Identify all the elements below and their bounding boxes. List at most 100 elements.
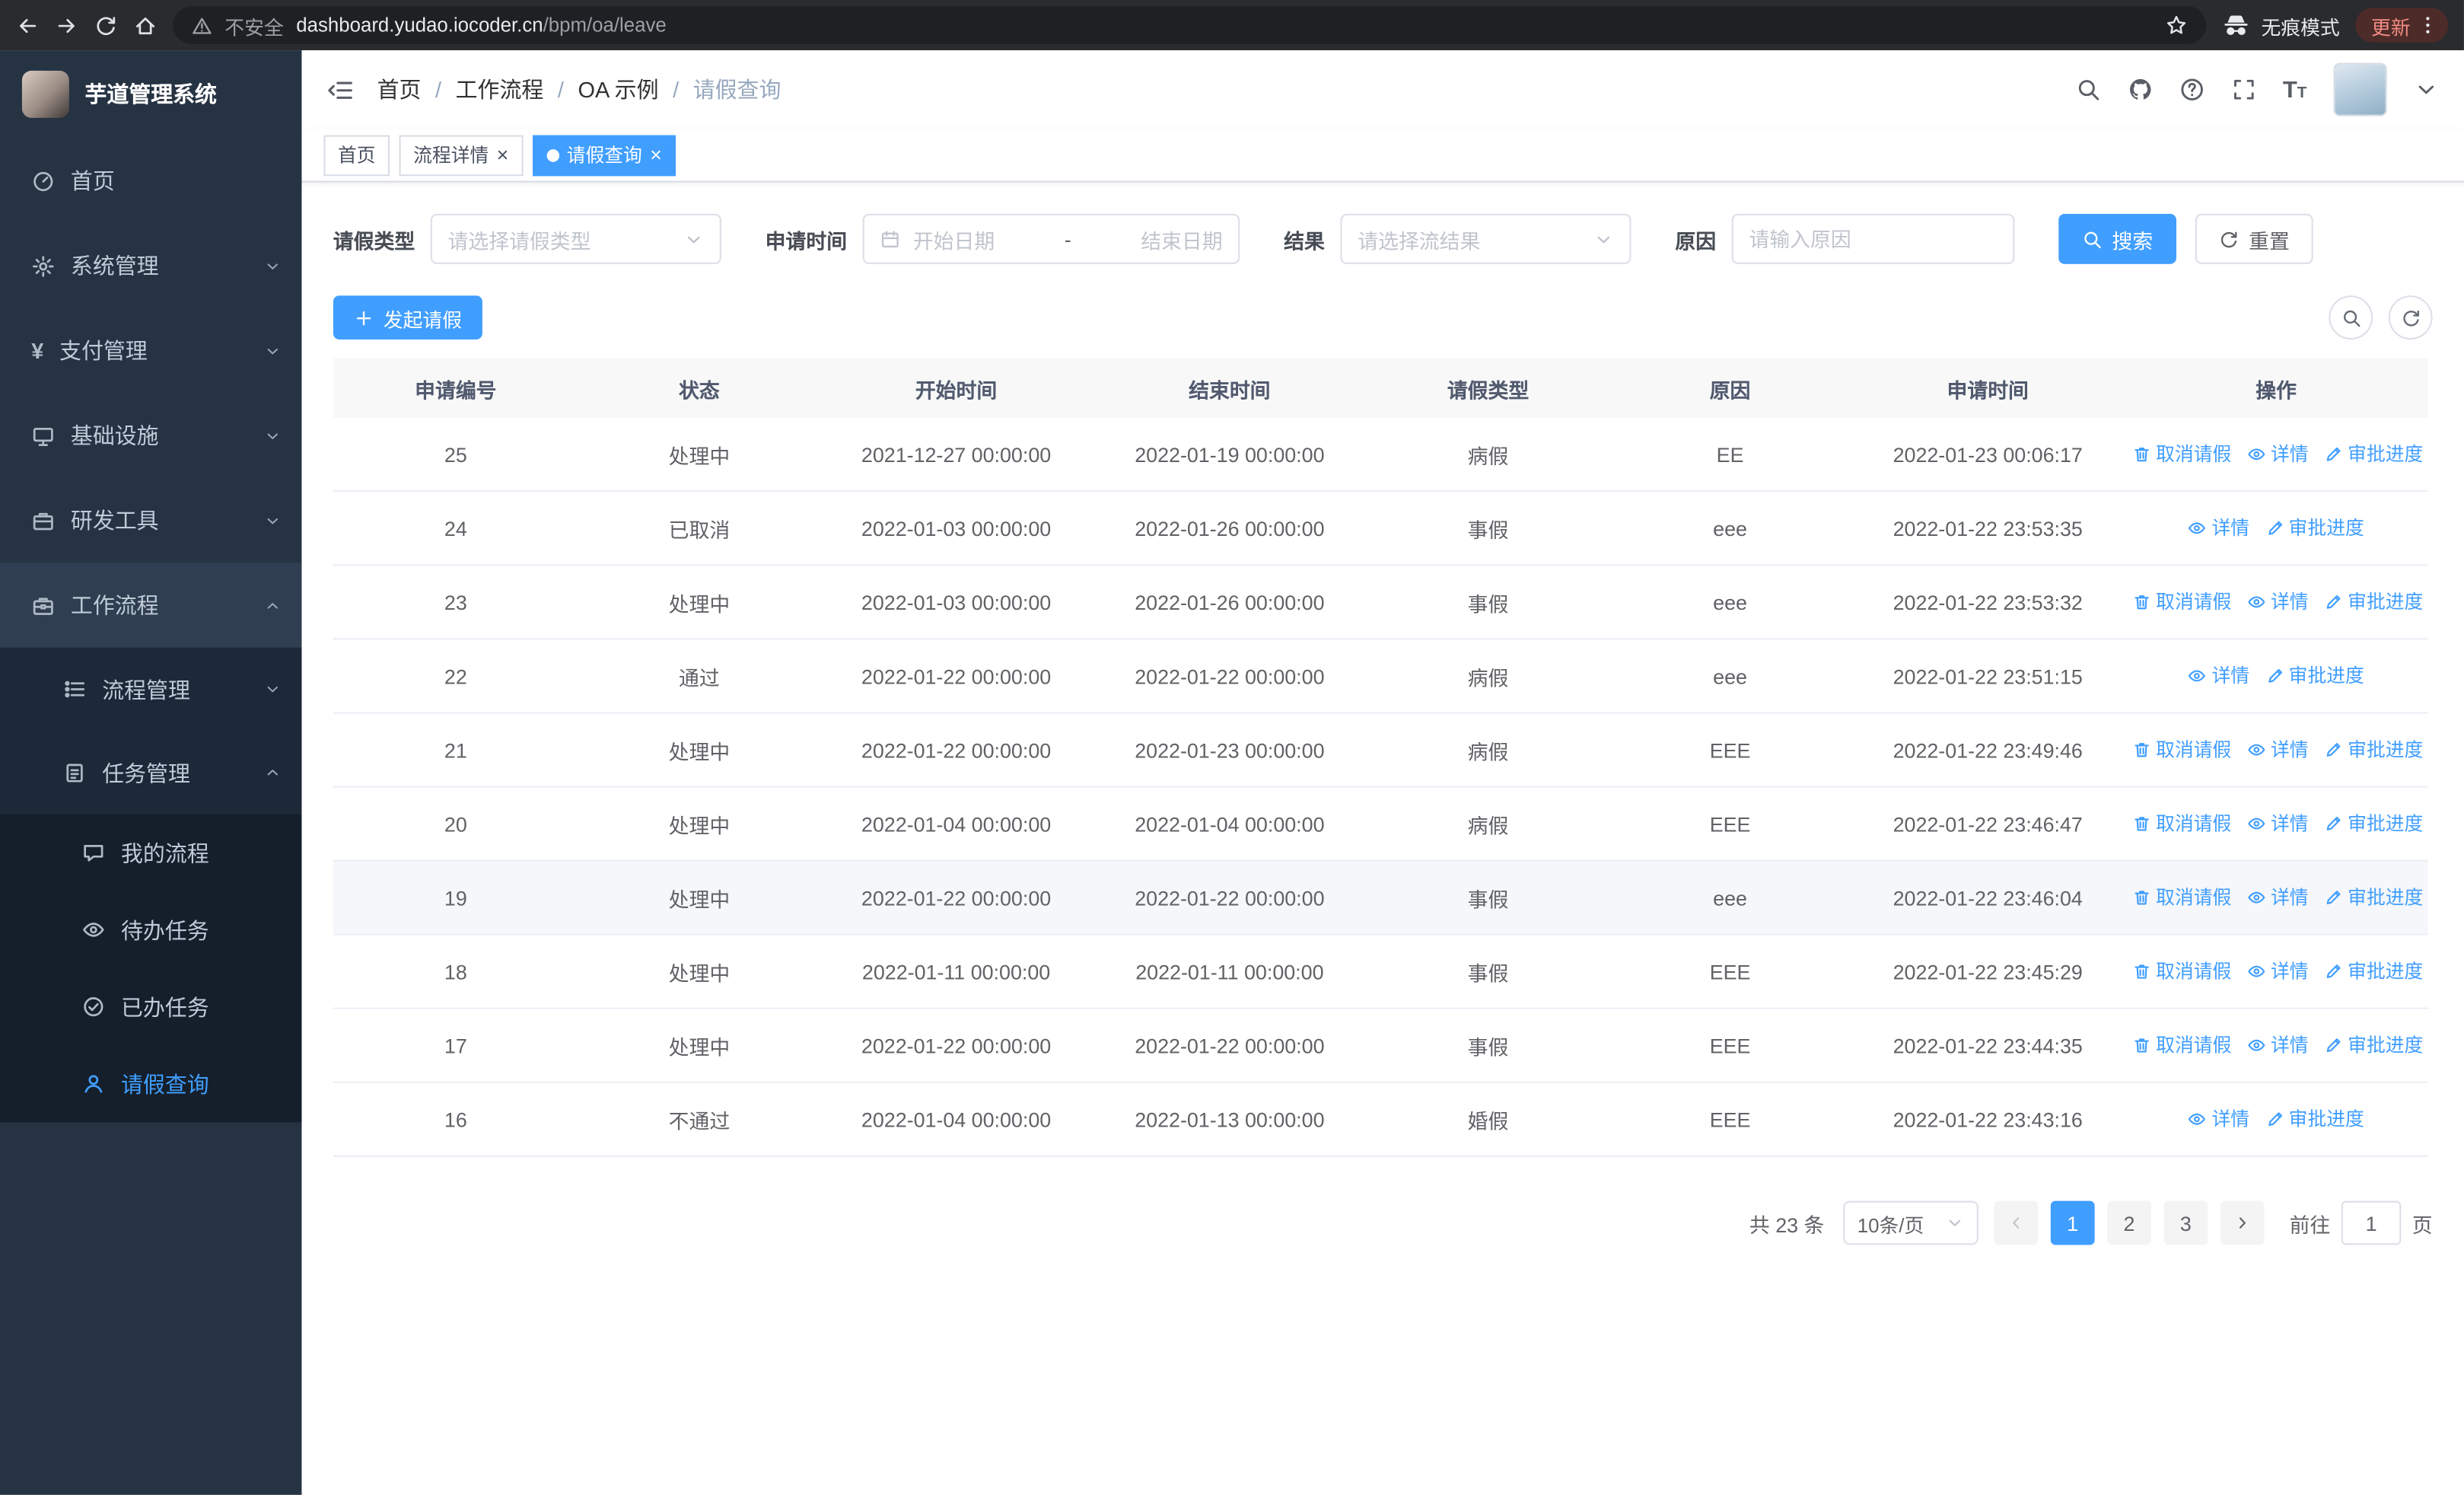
action-label: 审批进度	[2288, 665, 2364, 687]
table-cell: 2022-01-04 00:00:00	[861, 811, 1052, 836]
tab-请假查询[interactable]: 请假查询 ×	[532, 134, 676, 176]
avatar-chevron-down-icon[interactable]	[2414, 77, 2439, 102]
page-button-1[interactable]: 1	[2050, 1200, 2095, 1245]
approval-progress-action[interactable]: 审批进度	[2265, 1105, 2364, 1132]
approval-progress-action[interactable]: 审批进度	[2324, 884, 2423, 910]
sidebar-item-基础设施[interactable]: 基础设施	[0, 393, 301, 478]
sidebar-item-支付管理[interactable]: ¥ 支付管理	[0, 308, 301, 394]
approval-progress-action[interactable]: 审批进度	[2265, 515, 2364, 541]
sidebar-item-研发工具[interactable]: 研发工具	[0, 478, 301, 563]
table-cell: 处理中	[668, 961, 731, 985]
sidebar-item-已办任务[interactable]: 已办任务	[0, 968, 302, 1046]
tab-流程详情[interactable]: 流程详情 ×	[399, 134, 523, 176]
eye-icon	[2188, 1109, 2207, 1128]
cancel-leave-action[interactable]: 取消请假	[2132, 810, 2231, 837]
page-content: 请假类型 请选择请假类型 申请时间 开始日期 - 结束日期 结果 请选择流结果	[301, 183, 2463, 1277]
result-select[interactable]: 请选择流结果	[1340, 213, 1632, 264]
detail-action[interactable]: 详情	[2247, 958, 2309, 984]
approval-progress-action[interactable]: 审批进度	[2324, 810, 2423, 837]
leave-type-select[interactable]: 请选择请假类型	[430, 213, 721, 264]
detail-action[interactable]: 详情	[2247, 588, 2309, 615]
search-button[interactable]: 搜索	[2058, 213, 2177, 264]
prev-page-button[interactable]	[1994, 1200, 2039, 1245]
apply-time-range-picker[interactable]: 开始日期 - 结束日期	[862, 213, 1240, 264]
detail-action[interactable]: 详情	[2188, 662, 2249, 689]
search-button-label: 搜索	[2112, 228, 2154, 253]
sidebar-item-工作流程[interactable]: 工作流程	[0, 563, 302, 648]
tab-close-icon[interactable]: ×	[650, 145, 662, 165]
approval-progress-action[interactable]: 审批进度	[2265, 662, 2364, 689]
page-size-select[interactable]: 10条/页	[1843, 1200, 1979, 1245]
home-icon[interactable]	[134, 14, 158, 37]
search-icon[interactable]	[2075, 77, 2100, 102]
refresh-table-button[interactable]	[2388, 295, 2433, 340]
cancel-leave-action[interactable]: 取消请假	[2132, 958, 2231, 984]
update-button[interactable]: 更新	[2355, 8, 2449, 43]
sidebar-item-首页[interactable]: 首页	[0, 139, 301, 224]
tab-close-icon[interactable]: ×	[497, 145, 509, 165]
table-cell: 处理中	[668, 887, 731, 911]
approval-progress-action[interactable]: 审批进度	[2324, 441, 2423, 467]
goto-page-input[interactable]	[2341, 1200, 2402, 1245]
page-button-3[interactable]: 3	[2163, 1200, 2208, 1245]
back-icon[interactable]	[16, 14, 40, 37]
sidebar-item-待办任务[interactable]: 待办任务	[0, 891, 302, 969]
approval-progress-action[interactable]: 审批进度	[2324, 1031, 2423, 1058]
detail-action[interactable]: 详情	[2247, 736, 2309, 763]
action-label: 审批进度	[2348, 887, 2424, 910]
detail-action[interactable]: 详情	[2247, 441, 2309, 467]
table-cell: 2022-01-22 23:53:35	[1893, 516, 2083, 540]
address-bar[interactable]: 不安全 dashboard.yudao.iocoder.cn/bpm/oa/le…	[173, 6, 2207, 44]
collapse-sidebar-icon[interactable]	[327, 76, 354, 103]
reset-button[interactable]: 重置	[2195, 213, 2313, 264]
forward-icon[interactable]	[55, 14, 78, 37]
detail-action[interactable]: 详情	[2247, 810, 2309, 837]
help-icon[interactable]	[2179, 77, 2205, 102]
browser-menu-dots-icon[interactable]	[2417, 14, 2439, 37]
table-cell: 22	[444, 664, 467, 688]
cancel-leave-action[interactable]: 取消请假	[2132, 884, 2231, 910]
leave-table: 申请编号 状态 开始时间 结束时间 请假类型 原因 申请时间 操作 25 处理中 2021-12-2…	[333, 358, 2428, 1157]
detail-action[interactable]: 详情	[2188, 515, 2249, 541]
user-avatar[interactable]	[2333, 62, 2387, 116]
cancel-leave-action[interactable]: 取消请假	[2132, 441, 2231, 467]
detail-action[interactable]: 详情	[2247, 884, 2309, 910]
table-cell: 25	[444, 442, 467, 467]
task-icon	[63, 760, 87, 784]
sidebar-item-流程管理[interactable]: 流程管理	[0, 647, 302, 732]
table-cell: EEE	[1709, 811, 1751, 836]
sidebar-menu: 首页 系统管理 ¥ 支付管理 基础设施 研发工具 工作流程 流程管理 任务管理 我的流程 待办任务已…	[0, 139, 302, 1123]
tab-首页[interactable]: 首页	[323, 134, 390, 176]
table-row: 21 处理中 2022-01-22 00:00:00 2022-01-23 00:00…	[333, 713, 2428, 788]
breadcrumb-item[interactable]: 工作流程	[456, 74, 544, 105]
sidebar-item-我的流程[interactable]: 我的流程	[0, 814, 302, 891]
action-label: 取消请假	[2156, 591, 2232, 614]
font-size-icon[interactable]: TT	[2283, 76, 2307, 103]
incognito-label: 无痕模式	[2261, 16, 2340, 39]
fullscreen-icon[interactable]	[2231, 77, 2256, 102]
reload-icon[interactable]	[94, 14, 118, 37]
page-button-2[interactable]: 2	[2107, 1200, 2151, 1245]
sidebar-item-任务管理[interactable]: 任务管理	[0, 731, 302, 814]
approval-progress-action[interactable]: 审批进度	[2324, 736, 2423, 763]
toggle-search-button[interactable]	[2329, 295, 2373, 340]
reset-button-label: 重置	[2249, 228, 2290, 253]
table-cell: 16	[444, 1107, 467, 1131]
next-page-button[interactable]	[2220, 1200, 2265, 1245]
cancel-leave-action[interactable]: 取消请假	[2132, 736, 2231, 763]
approval-progress-action[interactable]: 审批进度	[2324, 588, 2423, 615]
cancel-leave-action[interactable]: 取消请假	[2132, 1031, 2231, 1058]
breadcrumb-item[interactable]: OA 示例	[578, 74, 658, 105]
detail-action[interactable]: 详情	[2188, 1105, 2249, 1132]
breadcrumb-item[interactable]: 首页	[377, 74, 422, 105]
sidebar-item-系统管理[interactable]: 系统管理	[0, 223, 301, 308]
detail-action[interactable]: 详情	[2247, 1031, 2309, 1058]
reason-input[interactable]	[1731, 213, 2015, 264]
github-icon[interactable]	[2127, 77, 2152, 102]
bookmark-star-icon[interactable]	[2166, 14, 2188, 37]
cancel-leave-action[interactable]: 取消请假	[2132, 588, 2231, 615]
sidebar-item-请假查询[interactable]: 请假查询	[0, 1045, 302, 1123]
action-label: 审批进度	[2288, 517, 2364, 540]
create-leave-button[interactable]: 发起请假	[333, 295, 482, 340]
approval-progress-action[interactable]: 审批进度	[2324, 958, 2423, 984]
